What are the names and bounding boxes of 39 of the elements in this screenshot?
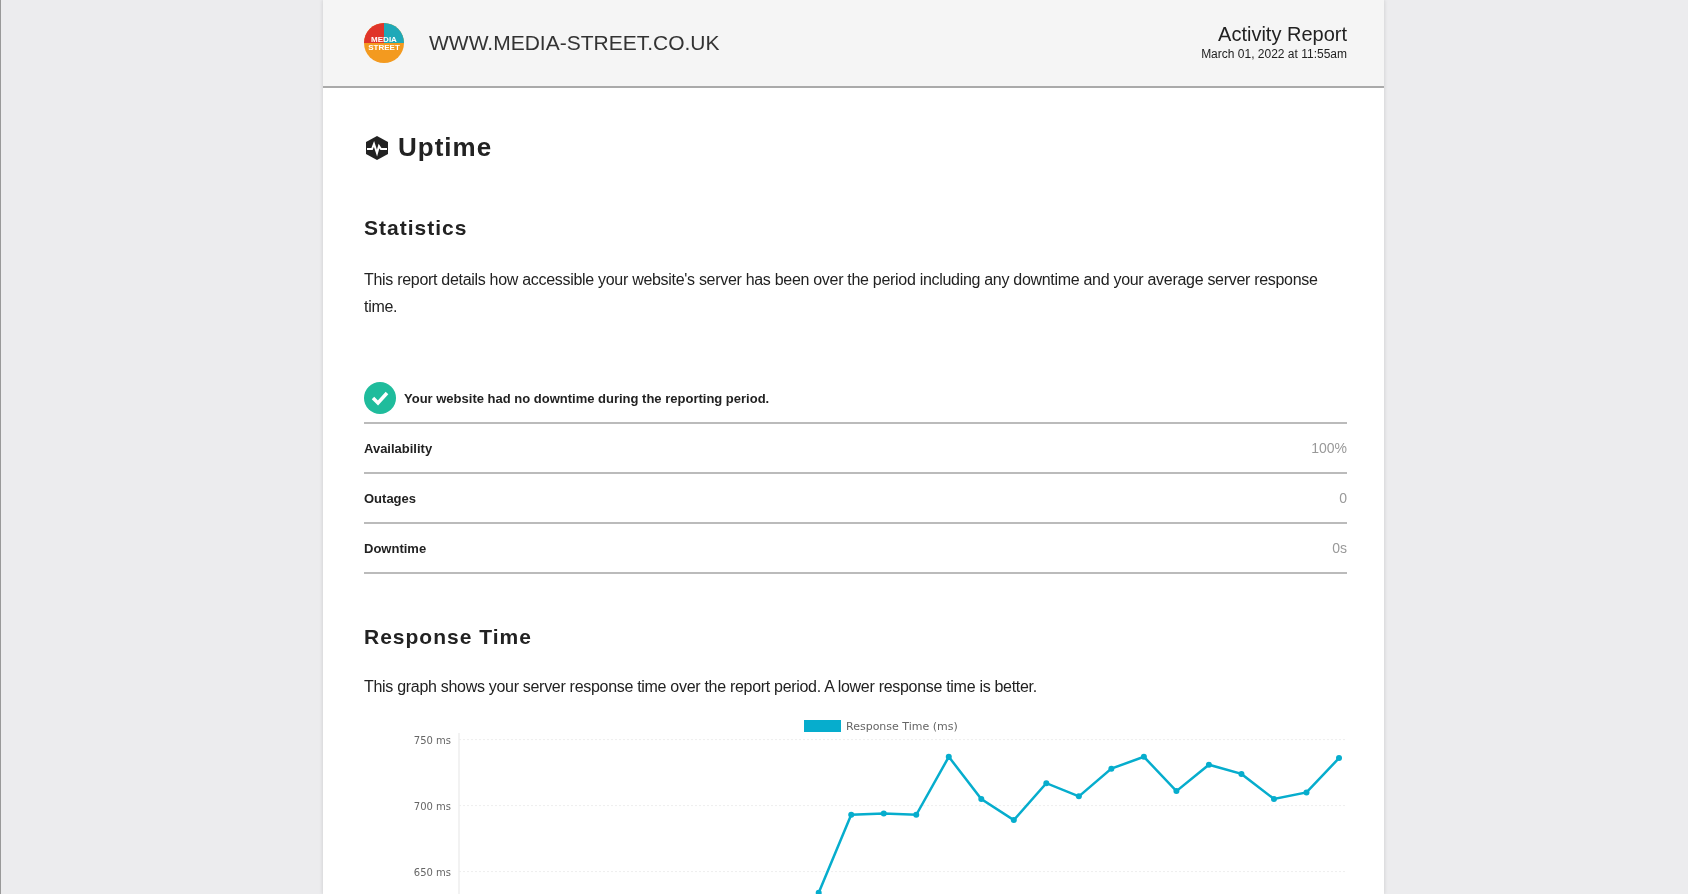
- stat-label: Downtime: [364, 539, 427, 558]
- response-time-description: This graph shows your server response time over the report period. A lower response time is better.: [364, 676, 1038, 697]
- response-time-heading: Response Time: [364, 624, 533, 650]
- stat-label: Availability: [364, 439, 433, 458]
- y-axis-label: 650 ms: [413, 866, 451, 878]
- data-point: [1303, 788, 1310, 795]
- data-point: [1108, 765, 1115, 772]
- data-point: [1336, 754, 1342, 761]
- stat-value: 0s: [1332, 538, 1347, 558]
- data-point: [815, 889, 822, 894]
- data-point: [1140, 753, 1147, 760]
- data-point: [848, 811, 855, 818]
- data-point: [1238, 770, 1245, 777]
- data-point: [1205, 761, 1212, 768]
- data-point: [880, 810, 887, 817]
- data-point: [978, 795, 985, 802]
- stat-value: 100%: [1311, 438, 1347, 458]
- site-title: WWW.MEDIA-STREET.CO.UK: [429, 30, 720, 57]
- data-point: [913, 811, 920, 818]
- data-point: [1173, 787, 1180, 794]
- data-point: [1010, 816, 1017, 823]
- legend-swatch: [804, 719, 841, 732]
- legend-label: Response Time (ms): [846, 719, 958, 733]
- pulse-icon: [364, 134, 390, 161]
- stat-label: Outages: [364, 489, 416, 508]
- data-point: [1270, 795, 1277, 802]
- logo-icon: MEDIA STREET: [363, 22, 405, 64]
- statistics-heading: Statistics: [364, 215, 469, 241]
- data-point: [1075, 792, 1082, 799]
- report-date: March 01, 2022 at 11:55am: [1201, 46, 1347, 63]
- status-message: Your website had no downtime during the reporting period.: [404, 389, 770, 408]
- statistics-description: This report details how accessible your website's server has been over the period including any downtime and your average server response time.: [364, 270, 1319, 318]
- section-title: Uptime: [398, 132, 493, 164]
- y-axis-label: 700 ms: [413, 800, 451, 812]
- report-title: Activity Report: [1217, 23, 1347, 45]
- stat-value: 0: [1339, 488, 1347, 508]
- data-point: [945, 753, 952, 760]
- data-point: [1043, 779, 1050, 786]
- y-axis-label: 750 ms: [413, 734, 451, 746]
